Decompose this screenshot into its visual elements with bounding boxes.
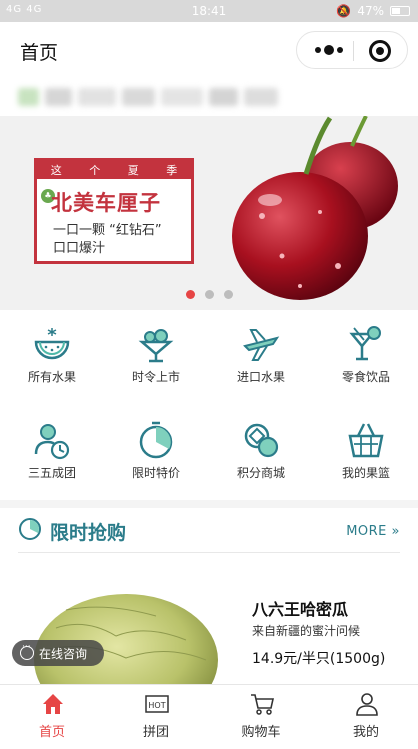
more-label: MORE: [346, 524, 387, 539]
battery-icon: [390, 6, 410, 16]
carousel-dot-active[interactable]: [186, 290, 195, 299]
banner-head-char: 季: [166, 164, 178, 177]
consult-label: 在线咨询: [39, 647, 88, 661]
promo-banner[interactable]: 这 个 夏 季 ♣ 北美车厘子 一口一颗 “红钻石” 口口爆汁: [0, 116, 418, 310]
banner-head: 这 个 夏 季: [37, 161, 191, 179]
hot-icon: HOT: [145, 695, 169, 713]
flash-sale-title: 限时抢购: [50, 522, 127, 544]
group-clock-icon: [34, 424, 70, 460]
category-seasonal[interactable]: 时令上市: [104, 320, 208, 400]
product-card[interactable]: 八六王哈密瓜 来自新疆的蜜汁问候 14.9元/半只(1500g): [20, 588, 400, 684]
tab-label: 购物车: [241, 725, 281, 740]
cocktail-icon: [349, 326, 381, 361]
tab-home[interactable]: 首页: [0, 685, 104, 749]
status-right: 🔕 47%: [336, 4, 410, 18]
category-my-basket[interactable]: 我的果篮: [314, 416, 418, 496]
home-icon: [43, 694, 63, 714]
double-chevron-right-icon: »: [391, 524, 400, 539]
carousel-dot[interactable]: [224, 290, 233, 299]
header-rule: [18, 552, 400, 553]
airplane-icon: [243, 329, 280, 361]
tab-group-buy[interactable]: HOT 拼团: [104, 685, 208, 749]
tab-cart[interactable]: 购物车: [209, 685, 313, 749]
blurred-notice: [18, 86, 279, 108]
timer-icon: [139, 421, 173, 459]
status-bar: 4G 4G 18:41 🔕 47%: [0, 0, 418, 22]
category-label: 零食饮品: [341, 370, 390, 384]
tab-label: 拼团: [142, 725, 169, 740]
capsule-divider: [353, 41, 354, 61]
category-imported[interactable]: 进口水果: [209, 320, 313, 400]
basket-icon: [348, 423, 384, 458]
tab-label: 我的: [352, 725, 379, 740]
carousel-dot[interactable]: [205, 290, 214, 299]
watermelon-icon: [34, 328, 70, 360]
cart-icon: [251, 694, 274, 715]
category-label: 所有水果: [27, 370, 76, 384]
banner-line-2: 口口爆汁: [53, 241, 106, 256]
svg-text:HOT: HOT: [148, 701, 165, 710]
category-flash-price[interactable]: 限时特价: [104, 416, 208, 496]
banner-headline: 北美车厘子: [51, 191, 161, 215]
chat-bubble-icon: [20, 642, 34, 660]
melon-image: [34, 594, 218, 684]
category-label: 积分商城: [236, 466, 285, 480]
page-title: 首页: [20, 42, 59, 64]
miniprogram-capsule: [296, 31, 408, 69]
carousel-dots: [186, 290, 233, 299]
product-price: 14.9元/半只(1500g): [252, 651, 386, 667]
banner-head-char: 夏: [127, 164, 139, 177]
ice-cream-icon: [138, 329, 174, 363]
online-consult-button[interactable]: 在线咨询: [12, 640, 104, 666]
bell-off-icon: 🔕: [336, 4, 352, 18]
section-divider: [0, 500, 418, 508]
battery-level: 47%: [357, 4, 384, 18]
category-label: 我的果篮: [341, 466, 390, 480]
category-label: 进口水果: [236, 370, 285, 384]
banner-card: 这 个 夏 季 ♣ 北美车厘子 一口一颗 “红钻石” 口口爆汁: [34, 158, 194, 264]
category-label: 限时特价: [131, 466, 180, 480]
flash-sale-more-link[interactable]: MORE »: [346, 524, 400, 539]
category-group-buy[interactable]: 三五成团: [0, 416, 104, 496]
category-label: 三五成团: [27, 466, 76, 480]
product-subtitle: 来自新疆的蜜汁问候: [252, 624, 361, 638]
product-name: 八六王哈密瓜: [252, 600, 349, 619]
close-miniprogram-icon[interactable]: [369, 40, 391, 62]
banner-head-char: 个: [89, 164, 101, 177]
banner-line-1: 一口一颗 “红钻石”: [53, 223, 162, 238]
category-label: 时令上市: [131, 370, 180, 384]
coins-icon: [244, 423, 279, 458]
category-snacks-drinks[interactable]: 零食饮品: [314, 320, 418, 400]
more-icon[interactable]: [315, 43, 343, 57]
category-grid: 所有水果 时令上市 进口水果 零食饮品 三五成团 限时特价 积分商城 我的果篮: [0, 320, 418, 500]
category-all-fruits[interactable]: 所有水果: [0, 320, 104, 400]
banner-head-char: 这: [50, 164, 62, 177]
flash-sale-header: 限时抢购 MORE »: [0, 508, 418, 554]
tab-bar: 首页 HOT 拼团 购物车 我的: [0, 684, 418, 749]
tab-mine[interactable]: 我的: [314, 685, 418, 749]
flash-timer-icon: [19, 518, 41, 540]
nav-bar: 首页: [0, 22, 418, 78]
user-icon: [356, 693, 378, 716]
tab-label: 首页: [38, 725, 65, 740]
category-points-mall[interactable]: 积分商城: [209, 416, 313, 496]
